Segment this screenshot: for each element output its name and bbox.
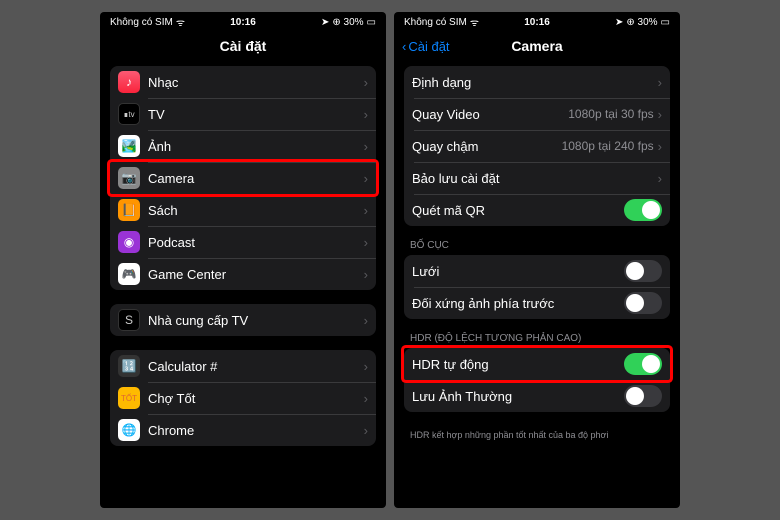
chevron-left-icon: ‹ — [402, 39, 406, 54]
row-books[interactable]: 📙 Sách › — [110, 194, 376, 226]
row-chrome[interactable]: 🌐 Chrome › — [110, 414, 376, 446]
status-bar: Không có SIM ᯤ 10:16 ➤ ⊕ 30% ▭ — [100, 12, 386, 32]
time-text: 10:16 — [230, 17, 256, 28]
chevron-right-icon: › — [658, 75, 662, 90]
row-preserve-settings[interactable]: Bảo lưu cài đặt › — [404, 162, 670, 194]
chevron-right-icon: › — [364, 107, 368, 122]
camera-group-hdr: HDR tự động Lưu Ảnh Thường — [404, 348, 670, 412]
chevron-right-icon: › — [364, 359, 368, 374]
chevron-right-icon: › — [658, 107, 662, 122]
row-scan-qr[interactable]: Quét mã QR — [404, 194, 670, 226]
nav-bar: Cài đặt — [100, 32, 386, 60]
chevron-right-icon: › — [364, 171, 368, 186]
row-record-slomo[interactable]: Quay chậm 1080p tại 240 fps › — [404, 130, 670, 162]
battery-icon: ▭ — [661, 17, 670, 28]
camera-group-composition: Lưới Đối xứng ảnh phía trước — [404, 255, 670, 319]
tv-provider-icon: S — [118, 309, 140, 331]
chevron-right-icon: › — [364, 75, 368, 90]
section-header-hdr: HDR (ĐỘ LỆCH TƯƠNG PHẢN CAO) — [404, 333, 670, 348]
settings-group-apps: 🔢 Calculator # › TỐT Chợ Tốt › 🌐 Chrome … — [110, 350, 376, 446]
tv-icon: ∎tv — [118, 103, 140, 125]
toggle-keep-normal[interactable] — [624, 385, 662, 407]
camera-scroll[interactable]: Định dạng › Quay Video 1080p tại 30 fps … — [394, 60, 680, 508]
row-mirror-front[interactable]: Đối xứng ảnh phía trước — [404, 287, 670, 319]
settings-group-media: ♪ Nhạc › ∎tv TV › 🏞️ Ảnh › 📷 Camera — [110, 66, 376, 290]
row-chotot[interactable]: TỐT Chợ Tốt › — [110, 382, 376, 414]
battery-icon: ▭ — [367, 17, 376, 28]
row-smart-hdr[interactable]: HDR tự động — [404, 348, 670, 380]
chotot-icon: TỐT — [118, 387, 140, 409]
phone-right-camera: Không có SIM ᯤ 10:16 ➤ ⊕ 30% ▭ ‹Cài đặt … — [394, 12, 680, 508]
row-keep-normal[interactable]: Lưu Ảnh Thường — [404, 380, 670, 412]
hdr-footer-note: HDR kết hợp những phần tốt nhất của ba đ… — [404, 426, 670, 440]
settings-scroll[interactable]: ♪ Nhạc › ∎tv TV › 🏞️ Ảnh › 📷 Camera — [100, 60, 386, 508]
chevron-right-icon: › — [364, 235, 368, 250]
battery-percent: ⊕ 30% — [626, 17, 657, 28]
carrier-text: Không có SIM — [404, 17, 467, 28]
row-gamecenter[interactable]: 🎮 Game Center › — [110, 258, 376, 290]
row-tv[interactable]: ∎tv TV › — [110, 98, 376, 130]
section-header-composition: BỐ CỤC — [404, 240, 670, 255]
settings-group-provider: S Nhà cung cấp TV › — [110, 304, 376, 336]
location-icon: ➤ — [321, 17, 329, 28]
row-music[interactable]: ♪ Nhạc › — [110, 66, 376, 98]
chevron-right-icon: › — [364, 423, 368, 438]
status-bar: Không có SIM ᯤ 10:16 ➤ ⊕ 30% ▭ — [394, 12, 680, 32]
page-title: Cài đặt — [220, 38, 267, 54]
chevron-right-icon: › — [364, 139, 368, 154]
battery-percent: ⊕ 30% — [332, 17, 363, 28]
back-button[interactable]: ‹Cài đặt — [402, 39, 450, 54]
row-grid[interactable]: Lưới — [404, 255, 670, 287]
row-calculator[interactable]: 🔢 Calculator # › — [110, 350, 376, 382]
row-tv-provider[interactable]: S Nhà cung cấp TV › — [110, 304, 376, 336]
camera-group-main: Định dạng › Quay Video 1080p tại 30 fps … — [404, 66, 670, 226]
row-format[interactable]: Định dạng › — [404, 66, 670, 98]
chrome-icon: 🌐 — [118, 419, 140, 441]
toggle-smart-hdr[interactable] — [624, 353, 662, 375]
wifi-icon: ᯤ — [176, 15, 185, 29]
toggle-scan-qr[interactable] — [624, 199, 662, 221]
music-icon: ♪ — [118, 71, 140, 93]
row-photos[interactable]: 🏞️ Ảnh › — [110, 130, 376, 162]
row-camera[interactable]: 📷 Camera › — [110, 162, 376, 194]
row-podcast[interactable]: ◉ Podcast › — [110, 226, 376, 258]
location-icon: ➤ — [615, 17, 623, 28]
chevron-right-icon: › — [658, 139, 662, 154]
time-text: 10:16 — [524, 17, 550, 28]
carrier-text: Không có SIM — [110, 17, 173, 28]
chevron-right-icon: › — [364, 203, 368, 218]
nav-bar: ‹Cài đặt Camera — [394, 32, 680, 60]
photos-icon: 🏞️ — [118, 135, 140, 157]
chevron-right-icon: › — [364, 391, 368, 406]
wifi-icon: ᯤ — [470, 15, 479, 29]
gamecenter-icon: 🎮 — [118, 263, 140, 285]
chevron-right-icon: › — [364, 267, 368, 282]
toggle-mirror-front[interactable] — [624, 292, 662, 314]
calculator-icon: 🔢 — [118, 355, 140, 377]
chevron-right-icon: › — [364, 313, 368, 328]
camera-icon: 📷 — [118, 167, 140, 189]
page-title: Camera — [511, 38, 562, 54]
phone-left-settings: Không có SIM ᯤ 10:16 ➤ ⊕ 30% ▭ Cài đặt ♪… — [100, 12, 386, 508]
toggle-grid[interactable] — [624, 260, 662, 282]
chevron-right-icon: › — [658, 171, 662, 186]
row-record-video[interactable]: Quay Video 1080p tại 30 fps › — [404, 98, 670, 130]
podcast-icon: ◉ — [118, 231, 140, 253]
books-icon: 📙 — [118, 199, 140, 221]
